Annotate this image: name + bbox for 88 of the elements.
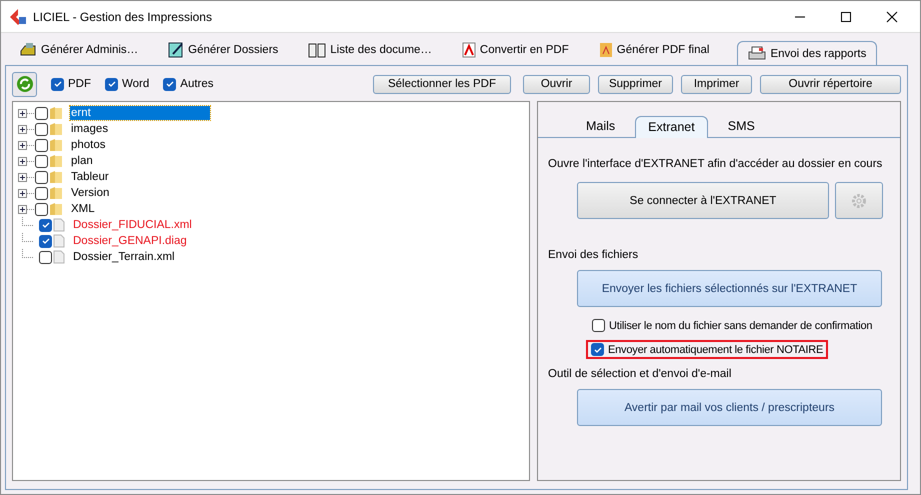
- select-pdf-button[interactable]: Sélectionner les PDF: [373, 74, 511, 94]
- tree-item[interactable]: Dossier_GENAPI.diag: [72, 234, 188, 248]
- check-icon: [592, 344, 602, 354]
- checkbox[interactable]: [591, 343, 604, 356]
- tree-item[interactable]: ernt: [70, 106, 210, 120]
- expand-icon[interactable]: [18, 108, 34, 118]
- open-folder-button[interactable]: Ouvrir répertoire: [760, 74, 901, 94]
- file-icon: [53, 250, 65, 264]
- tab[interactable]: Mails: [572, 119, 630, 137]
- tree-item[interactable]: Tableur: [70, 170, 110, 184]
- close-icon[interactable]: [886, 10, 898, 22]
- checkbox[interactable]: [35, 122, 48, 136]
- checkbox-label: Word: [122, 78, 150, 90]
- checkbox[interactable]: [35, 170, 48, 184]
- open-button[interactable]: Ouvrir: [523, 74, 590, 94]
- checkbox[interactable]: [39, 218, 52, 232]
- settings-icon: [851, 192, 867, 208]
- tree-item[interactable]: photos: [70, 138, 107, 152]
- notebook-icon: [168, 42, 184, 58]
- section-heading: Envoi des fichiers: [548, 249, 640, 261]
- pdf-icon: [462, 42, 476, 58]
- tab[interactable]: Liste des docume…: [306, 39, 446, 65]
- tree-line: [22, 233, 34, 242]
- tree-item[interactable]: Dossier_Terrain.xml: [72, 250, 176, 264]
- checkbox[interactable]: [35, 154, 48, 168]
- printer-icon: [19, 42, 37, 58]
- checkbox[interactable]: [105, 78, 118, 90]
- folder-icon: [49, 106, 63, 120]
- checkbox[interactable]: [35, 106, 48, 120]
- check-icon: [164, 79, 175, 89]
- app-logo-icon: [9, 8, 27, 26]
- refresh-button[interactable]: [12, 72, 37, 96]
- tree-item[interactable]: Version: [70, 186, 110, 200]
- send-files-button[interactable]: Envoyer les fichiers sélectionnés sur l'EXTRANET: [577, 270, 882, 307]
- print-button[interactable]: Imprimer: [681, 74, 752, 94]
- expand-icon[interactable]: [18, 188, 34, 198]
- expand-icon[interactable]: [18, 124, 34, 134]
- folder-icon: [49, 170, 63, 184]
- checkbox[interactable]: [35, 138, 48, 152]
- checkbox-label: Envoyer automatiquement le fichier NOTAIRE: [608, 344, 824, 356]
- checkbox-label: PDF: [68, 78, 91, 90]
- expand-icon[interactable]: [18, 204, 34, 214]
- maximize-icon[interactable]: [840, 10, 852, 22]
- folder-icon: [49, 122, 63, 136]
- tab[interactable]: Convertir en PDF: [460, 39, 583, 65]
- checkbox[interactable]: [163, 78, 176, 90]
- check-icon: [52, 79, 62, 89]
- window-title: LICIEL - Gestion des Impressions: [33, 10, 212, 24]
- tree-item[interactable]: Dossier_FIDUCIAL.xml: [72, 218, 193, 232]
- checkbox[interactable]: [592, 319, 605, 332]
- tree-line: [22, 249, 34, 258]
- tab[interactable]: Envoi des rapports: [737, 41, 878, 66]
- checkbox[interactable]: [35, 202, 48, 216]
- tree-item[interactable]: images: [70, 122, 110, 136]
- settings-button[interactable]: [835, 182, 883, 219]
- file-icon: [53, 234, 65, 248]
- folder-icon: [49, 138, 63, 152]
- checkbox[interactable]: [51, 78, 64, 90]
- tree-line: [22, 217, 34, 226]
- tab[interactable]: Générer Dossiers: [166, 39, 292, 65]
- checkbox[interactable]: [39, 234, 52, 248]
- book-icon: [308, 42, 326, 58]
- folder-icon: [49, 202, 63, 216]
- expand-icon[interactable]: [18, 156, 34, 166]
- delete-button[interactable]: Supprimer: [598, 74, 673, 94]
- tree-item[interactable]: XML: [70, 202, 96, 216]
- refresh-icon: [16, 75, 34, 93]
- checkbox-label: Utiliser le nom du fichier sans demander de confirmation: [609, 320, 872, 332]
- file-icon: [53, 218, 65, 232]
- checkbox[interactable]: [35, 186, 48, 200]
- check-icon: [106, 79, 116, 89]
- description-text: Ouvre l'interface d'EXTRANET afin d'accéder au dossier en cours: [548, 158, 884, 170]
- expand-icon[interactable]: [18, 172, 34, 182]
- document-icon: [598, 42, 613, 58]
- connect-button[interactable]: Se connecter à l'EXTRANET: [577, 182, 829, 219]
- expand-icon[interactable]: [18, 140, 34, 150]
- section-heading: Outil de sélection et d'envoi d'e-mail: [548, 368, 732, 380]
- tree-item[interactable]: plan: [70, 154, 94, 168]
- tab[interactable]: SMS: [714, 119, 769, 137]
- tab[interactable]: Générer Adminis…: [17, 39, 152, 65]
- tab[interactable]: Extranet: [635, 116, 708, 138]
- checkbox-label: Autres: [180, 78, 214, 90]
- folder-icon: [49, 186, 63, 200]
- printer-icon: [748, 46, 766, 62]
- mail-button[interactable]: Avertir par mail vos clients / prescripteurs: [577, 389, 882, 426]
- tab[interactable]: Générer PDF final: [596, 39, 724, 65]
- checkbox[interactable]: [39, 250, 52, 264]
- folder-icon: [49, 154, 63, 168]
